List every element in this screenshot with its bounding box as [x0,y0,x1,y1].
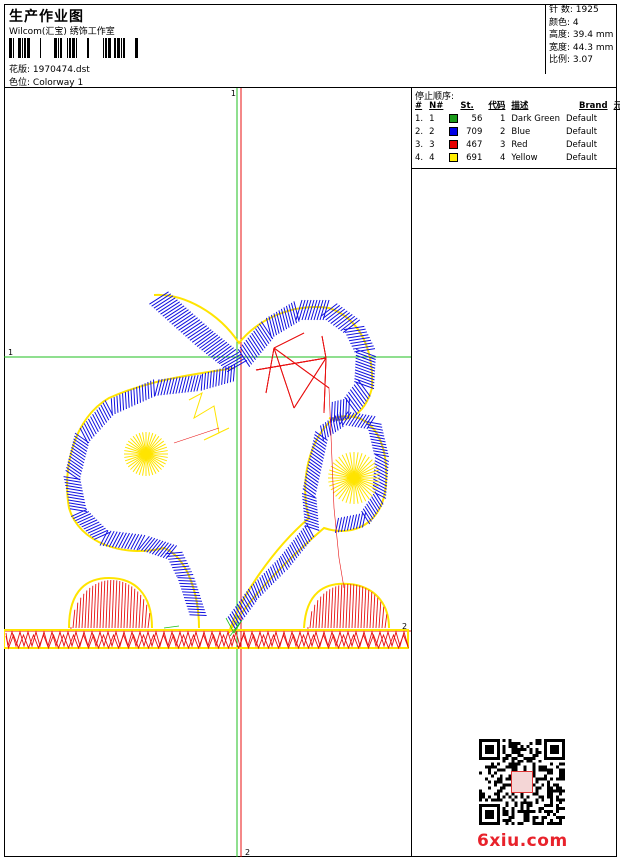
axis-label-bottom: 2 [245,848,250,857]
side-divider [412,168,617,169]
stat-stitches: 针 数: 1925 [549,5,599,15]
design-canvas: 1 1 2 2 [4,88,412,857]
stat-width: 宽度: 44.3 mm [549,42,614,53]
color-swatch [449,127,459,136]
yellow-fill-layer [124,391,380,504]
color-swatch [449,153,459,162]
colorway-value: Colorway 1 [32,78,84,88]
stat-colors: 颜色: 4 [549,17,579,28]
colorway-label: 色位: [9,78,31,88]
qr-logo [511,771,533,793]
site-watermark: 6xiu.com [477,831,568,851]
axis-label-left: 1 [8,348,13,357]
color-row: 2. 2 709 2 Blue Default [415,127,598,137]
design-file-value: 1970474.dst [32,65,90,75]
stitch-count: 56 [471,114,483,124]
company-name: Wilcom(汇宝) 绣饰工作室 [9,27,115,37]
color-swatch [449,140,459,149]
jump-stitches [173,387,345,589]
color-table-header: # N# St. 代码 描述 Brand 元素 [415,101,620,111]
color-row: 1. 1 56 1 Dark Green Default [415,114,598,124]
color-row: 3. 3 467 3 Red Default [415,140,598,150]
stitch-count: 709 [466,127,483,137]
design-file-label: 花版: [9,65,31,75]
stitch-count: 467 [466,140,483,150]
color-swatch [449,114,459,123]
sheet-header: 生产作业图 Wilcom(汇宝) 绣饰工作室 花版: 1970474.dst 色… [4,4,617,88]
barcode [9,38,138,58]
stitch-count: 691 [466,153,483,163]
axis-label-top: 1 [231,89,236,98]
color-row: 4. 4 691 4 Yellow Default [415,153,598,163]
stats-panel: 针 数: 1925 颜色: 4 高度: 39.4 mm 宽度: 44.3 mm … [545,4,618,74]
embroidery-preview: 1 1 2 2 [4,88,411,857]
qr-code [479,739,565,825]
sheet-title: 生产作业图 [9,9,84,25]
stat-scale: 比例: 3.07 [549,55,593,65]
color-table: # N# St. 代码 描述 Brand 元素 1.1561Dark Green… [412,100,620,165]
colorway-row: 色位: Colorway 1 [9,75,83,88]
stat-height: 高度: 39.4 mm [549,30,614,40]
design-file-row: 花版: 1970474.dst [9,62,90,75]
